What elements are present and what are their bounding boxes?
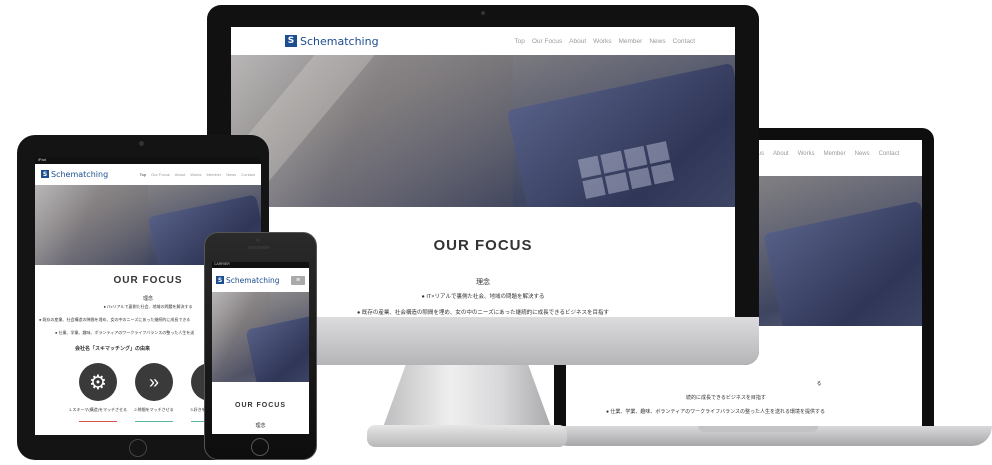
laptop-nav-item-about[interactable]: About bbox=[773, 151, 789, 157]
tablet-status-bar: iPad bbox=[35, 157, 261, 164]
tablet-icon2-caption: 2.隙間をマッチさせる bbox=[134, 407, 174, 412]
phone-nav: S Schematching ≡ bbox=[212, 268, 309, 292]
tablet-icon1-caption: 1.スキーマ(構造)をマッチさせる bbox=[69, 407, 127, 412]
tablet-nav-item-works[interactable]: Works bbox=[190, 172, 201, 177]
nav-item-top[interactable]: Top bbox=[514, 38, 524, 45]
phone-hero-image bbox=[212, 292, 309, 382]
tablet-logo[interactable]: S Schematching bbox=[41, 170, 108, 179]
phone-device: CARRIER S Schematching ≡ OUR FOCUS 理念 bbox=[204, 232, 317, 460]
tablet-nav-links: Top Our Focus About Works Member News Co… bbox=[140, 172, 255, 177]
tablet-bullet3: ● 仕業、学業、趣味、ボランティアのワークライフバランスの整った人生を送 bbox=[55, 330, 195, 335]
tablet-nav-item-contact[interactable]: Contact bbox=[241, 172, 255, 177]
tablet-home-button[interactable] bbox=[129, 439, 147, 457]
nav-item-member[interactable]: Member bbox=[618, 38, 642, 45]
nav-item-works[interactable]: Works bbox=[593, 38, 611, 45]
laptop-nav-item-contact[interactable]: Contact bbox=[879, 151, 900, 157]
tablet-nav-item-our-focus[interactable]: Our Focus bbox=[151, 172, 170, 177]
logo-mark-icon: S bbox=[285, 35, 297, 47]
tablet-logo-mark-icon: S bbox=[41, 170, 49, 178]
phone-logo-text: Schematching bbox=[226, 275, 280, 285]
phone-screen: CARRIER S Schematching ≡ OUR FOCUS 理念 bbox=[212, 262, 309, 434]
laptop-nav-item-news[interactable]: News bbox=[855, 151, 870, 157]
desktop-hero-image bbox=[231, 55, 735, 207]
camera-dot bbox=[481, 11, 485, 15]
laptop-nav-item-member[interactable]: Member bbox=[824, 151, 846, 157]
phone-logo[interactable]: S Schematching bbox=[216, 276, 280, 285]
tablet-nav-item-about[interactable]: About bbox=[175, 172, 185, 177]
phone-home-button[interactable] bbox=[251, 438, 269, 456]
phone-logo-mark-icon: S bbox=[216, 276, 224, 284]
tablet-origin-heading: 会社名「スキマッチング」の由来 bbox=[75, 346, 151, 352]
chevron-icon: » bbox=[135, 363, 173, 401]
nav-item-our-focus[interactable]: Our Focus bbox=[532, 38, 562, 45]
tablet-nav-item-top[interactable]: Top bbox=[140, 172, 146, 177]
hamburger-menu-icon[interactable]: ≡ bbox=[291, 275, 305, 285]
logo-text: Schematching bbox=[300, 34, 379, 48]
laptop-nav-links: Our Focus About Works Member News Contac… bbox=[736, 151, 899, 157]
tablet-nav-item-member[interactable]: Member bbox=[207, 172, 222, 177]
nav-item-about[interactable]: About bbox=[569, 38, 586, 45]
nav-item-contact[interactable]: Contact bbox=[673, 38, 695, 45]
desktop-nav: S Schematching Top Our Focus About Works… bbox=[231, 27, 735, 55]
phone-focus-title: OUR FOCUS bbox=[235, 402, 286, 409]
tablet-nav: S Schematching Top Our Focus About Works… bbox=[35, 164, 261, 184]
desktop-logo[interactable]: S Schematching bbox=[285, 35, 379, 48]
desktop-nav-links: Top Our Focus About Works Member News Co… bbox=[514, 38, 695, 45]
tablet-bullet2: ● 既存の産業、社会構造の隙間を埋め、女の中のニーズにあった継続的に成長できる bbox=[39, 317, 191, 322]
tablet-logo-text: Schematching bbox=[51, 169, 109, 179]
gear-icon: ⚙ bbox=[79, 363, 117, 401]
laptop-nav-item-works[interactable]: Works bbox=[798, 151, 815, 157]
tablet-nav-item-news[interactable]: News bbox=[226, 172, 236, 177]
monitor-stand bbox=[382, 360, 552, 430]
phone-subtitle: 理念 bbox=[255, 423, 266, 429]
nav-item-news[interactable]: News bbox=[649, 38, 665, 45]
